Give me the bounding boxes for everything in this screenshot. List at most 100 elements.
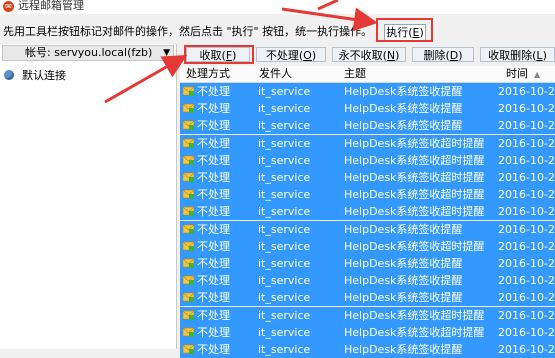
tree-item-default-connection[interactable]: 默认连接 [4,67,66,83]
row-time: 2016-10-28 [498,85,555,98]
row-subject: HelpDesk系统签收提醒 [344,222,463,236]
row-subject: HelpDesk系统签收提醒 [344,102,463,116]
row-sender: it_service [258,153,311,167]
table-row[interactable]: 不处理 it_service HelpDesk系统签收超时提醒 2016-10-28 [180,203,555,221]
row-action: 不处理 [197,257,230,270]
delete-button-label: 删除 [423,49,446,62]
account-dropdown[interactable]: 帐号: servyou.local(fzb) ▼ [2,45,174,61]
row-action: 不处理 [197,205,230,219]
table-row[interactable]: 不处理 it_service HelpDesk系统签收超时提醒 2016-10-28 [180,134,555,152]
instruction-text: 先用工具栏按钮标记对邮件的操作，然后点击 "执行" 按钮，统一执行操作。 [3,25,373,38]
row-action: 不处理 [197,222,230,236]
mail-envelope-icon [183,327,194,337]
column-header-action[interactable]: 处理方式 [186,67,230,81]
row-action: 不处理 [197,343,230,356]
table-row[interactable]: 不处理 it_service HelpDesk系统签收提醒 2016-10-28 [180,220,555,238]
row-sender: it_service [258,274,311,288]
mail-envelope-icon [183,207,194,217]
row-action: 不处理 [197,188,230,202]
column-header-subject[interactable]: 主题 [344,67,366,81]
mail-envelope-icon [183,258,194,268]
row-time: 2016-10-28 [498,205,555,219]
row-subject: HelpDesk系统签收提醒 [344,291,463,305]
ignore-button[interactable]: 不处理(O) [256,47,326,62]
row-action: 不处理 [197,239,230,253]
row-time: 2016-10-28 [498,274,555,288]
row-subject: HelpDesk系统签收超时提醒 [344,136,485,150]
mail-envelope-icon [183,293,194,303]
account-label: 帐号: servyou.local(fzb) [25,46,153,59]
row-action: 不处理 [197,153,230,167]
row-time: 2016-10-28 [498,102,555,116]
table-row[interactable]: 不处理 it_service HelpDesk系统签收超时提醒 2016-10-28 [180,169,555,186]
receive-delete-button-shortcut: L [536,49,543,62]
mail-envelope-icon [183,172,194,182]
mail-envelope-icon [183,344,194,354]
mail-envelope-icon [183,138,194,148]
mail-envelope-icon [183,241,194,251]
row-subject: HelpDesk系统签收超时提醒 [344,188,485,202]
row-sender: it_service [258,136,311,150]
row-subject: HelpDesk系统签收超时提醒 [344,239,485,253]
mail-envelope-icon [183,275,194,286]
mail-envelope-icon [183,86,194,96]
row-time: 2016-10-28 [498,343,555,356]
ignore-button-shortcut: O [303,49,312,62]
row-sender: it_service [258,239,311,253]
delete-button[interactable]: 删除(D) [412,47,474,62]
mail-envelope-icon [183,155,194,165]
row-subject: HelpDesk系统签收超时提醒 [344,153,485,167]
row-time: 2016-10-28 [498,325,555,339]
row-time: 2016-10-28 [498,171,555,184]
row-sender: it_service [258,222,311,236]
table-row[interactable]: 不处理 it_service HelpDesk系统签收提醒 2016-10-28 [180,341,555,358]
table-row[interactable]: 不处理 it_service HelpDesk系统签收提醒 2016-10-28 [180,83,555,100]
table-row[interactable]: 不处理 it_service HelpDesk系统签收提醒 2016-10-28 [180,255,555,272]
never-receive-button[interactable]: 永不收取(N) [332,47,406,62]
mail-envelope-icon [183,189,194,200]
execute-highlight-box [376,18,433,42]
table-row[interactable]: 不处理 it_service HelpDesk系统签收提醒 2016-10-28 [180,289,555,307]
table-row[interactable]: 不处理 it_service HelpDesk系统签收提醒 2016-10-28 [180,117,555,135]
table-row[interactable]: 不处理 it_service HelpDesk系统签收提醒 2016-10-28 [180,100,555,118]
mail-app-icon: ✉ [3,1,14,12]
row-subject: HelpDesk系统签收提醒 [344,257,463,270]
window-title: 远程邮箱管理 [18,0,84,12]
table-row[interactable]: 不处理 it_service HelpDesk系统签收提醒 2016-10-28 [180,272,555,290]
row-sender: it_service [258,205,311,219]
row-sender: it_service [258,119,311,133]
table-row[interactable]: 不处理 it_service HelpDesk系统签收超时提醒 2016-10-28 [180,151,555,169]
row-sender: it_service [258,188,311,202]
mail-envelope-icon [183,310,194,320]
row-subject: HelpDesk系统签收超时提醒 [344,205,485,219]
row-sender: it_service [258,102,311,116]
table-row[interactable]: 不处理 it_service HelpDesk系统签收超时提醒 2016-10-28 [180,323,555,341]
row-sender: it_service [258,325,311,339]
row-time: 2016-10-28 [498,308,555,322]
row-action: 不处理 [197,171,230,184]
table-row[interactable]: 不处理 it_service HelpDesk系统签收超时提醒 2016-10-28 [180,237,555,255]
receive-delete-button[interactable]: 收取删除(L) [480,47,555,62]
row-time: 2016-10-28 [498,291,555,305]
row-action: 不处理 [197,85,230,98]
row-action: 不处理 [197,308,230,322]
row-action: 不处理 [197,291,230,305]
table-row[interactable]: 不处理 it_service HelpDesk系统签收超时提醒 2016-10-28 [180,306,555,324]
column-header-time[interactable]: 时间 ▲ [506,67,540,82]
sort-ascending-icon: ▲ [534,70,541,79]
row-subject: HelpDesk系统签收提醒 [344,85,463,98]
row-action: 不处理 [197,274,230,288]
row-time: 2016-10-28 [498,188,555,202]
delete-button-shortcut: D [449,49,459,62]
table-row[interactable]: 不处理 it_service HelpDesk系统签收超时提醒 2016-10-28 [180,186,555,204]
row-subject: HelpDesk系统签收超时提醒 [344,308,485,322]
ignore-button-label: 不处理 [265,49,299,62]
row-sender: it_service [258,85,311,98]
row-subject: HelpDesk系统签收提醒 [344,274,463,288]
row-action: 不处理 [197,119,230,133]
row-time: 2016-10-28 [498,257,555,270]
column-header-sender[interactable]: 发件人 [259,67,292,81]
row-subject: HelpDesk系统签收超时提醒 [344,325,485,339]
table-header: 处理方式 发件人 主题 时间 ▲ [180,66,555,83]
row-action: 不处理 [197,102,230,116]
